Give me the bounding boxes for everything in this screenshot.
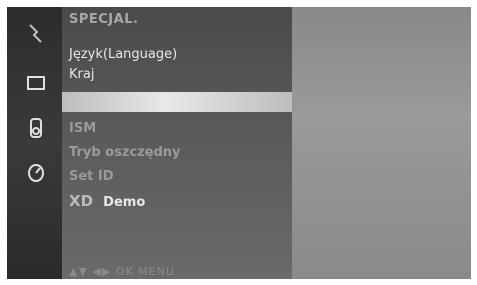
menu-item-set-id[interactable]: Set ID bbox=[69, 169, 114, 184]
menu-footer-hint: ▲▼ ◀▶ OK MENU bbox=[69, 265, 175, 278]
input-icon[interactable] bbox=[25, 22, 47, 44]
menu-item-language[interactable]: Język(Language) bbox=[69, 47, 177, 62]
menu-item-power-saving[interactable]: Tryb oszczędny bbox=[69, 145, 181, 160]
speaker-icon[interactable] bbox=[25, 117, 47, 139]
menu-title: SPECJAL. bbox=[69, 12, 139, 27]
menu-item-ism[interactable]: ISM bbox=[69, 121, 96, 136]
screen-icon[interactable] bbox=[25, 72, 47, 94]
menu-item-selected[interactable] bbox=[62, 92, 292, 112]
time-icon[interactable] bbox=[25, 162, 47, 184]
menu-item-demo[interactable]: XD Demo bbox=[69, 192, 145, 210]
preview-area bbox=[292, 7, 471, 279]
menu-icon-bar bbox=[7, 7, 62, 279]
menu-item-country[interactable]: Kraj bbox=[69, 67, 94, 82]
tv-screen: SPECJAL. Język(Language) Kraj ISM Tryb o… bbox=[7, 7, 471, 279]
menu-item-demo-label: Demo bbox=[103, 195, 146, 210]
xd-logo: XD bbox=[69, 192, 94, 210]
